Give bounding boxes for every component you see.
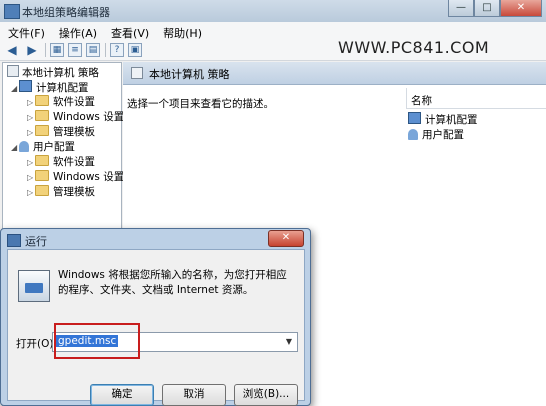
expand-icon[interactable]: ▷ <box>27 155 35 170</box>
tree-label: Windows 设置 <box>53 171 125 183</box>
run-dialog-body: Windows 将根据您所输入的名称，为您打开相应的程序、文件夹、文档或 Int… <box>7 249 305 406</box>
list-icon[interactable]: ≡ <box>68 43 82 57</box>
folder-icon <box>35 185 49 196</box>
tree-item-windows-settings[interactable]: ▷ Windows 设置 <box>27 110 124 125</box>
collapse-icon[interactable]: ◢ <box>11 81 19 96</box>
run-dialog-title: 运行 <box>7 233 47 249</box>
cancel-button[interactable]: 取消 <box>162 384 226 406</box>
help-icon[interactable]: ? <box>110 43 124 57</box>
menu-action[interactable]: 操作(A) <box>51 22 103 40</box>
policy-icon <box>131 67 143 79</box>
list-item-user[interactable]: 用户配置 <box>408 127 464 142</box>
list-item-label: 用户配置 <box>422 129 464 141</box>
column-header-name[interactable]: 名称 <box>406 88 546 109</box>
menu-help[interactable]: 帮助(H) <box>155 22 208 40</box>
description-text: 选择一个项目来查看它的描述。 <box>127 98 274 110</box>
tree-label: 软件设置 <box>53 156 95 168</box>
run-icon <box>7 234 21 247</box>
tree-label: 管理模板 <box>53 126 95 138</box>
list-item-computer[interactable]: 计算机配置 <box>408 112 478 127</box>
expand-icon[interactable]: ▷ <box>27 185 35 200</box>
maximize-button[interactable]: □ <box>474 0 500 17</box>
tree-label: 软件设置 <box>53 96 95 108</box>
computer-icon <box>408 112 421 124</box>
run-description: Windows 将根据您所输入的名称，为您打开相应的程序、文件夹、文档或 Int… <box>58 269 287 296</box>
tree-label: 用户配置 <box>33 141 75 153</box>
folder-icon <box>35 170 49 181</box>
folder-icon <box>35 95 49 106</box>
browse-button[interactable]: 浏览(B)... <box>234 384 298 406</box>
chevron-down-icon[interactable]: ▼ <box>282 334 296 350</box>
close-button[interactable]: ✕ <box>500 0 542 17</box>
policy-icon <box>7 65 19 77</box>
column-label: 名称 <box>411 95 432 107</box>
tree-item-admin-templates[interactable]: ▷ 管理模板 <box>27 125 95 140</box>
tree-item-computer[interactable]: ◢ 计算机配置 <box>11 80 89 95</box>
window-title: 本地组策略编辑器 <box>22 6 110 19</box>
minimize-button[interactable]: — <box>448 0 474 17</box>
run-dialog: 运行 ✕ Windows 将根据您所输入的名称，为您打开相应的程序、文件夹、文档… <box>0 228 311 406</box>
run-title-text: 运行 <box>25 235 47 248</box>
app-icon <box>4 4 20 19</box>
tree-label: 计算机配置 <box>36 82 89 94</box>
tree-item-user-windows-settings[interactable]: ▷ Windows 设置 <box>27 170 124 185</box>
highlight-box <box>54 323 140 359</box>
user-icon <box>19 141 29 152</box>
panel-icon[interactable]: ▦ <box>50 43 64 57</box>
expand-icon[interactable]: ▷ <box>27 125 35 140</box>
list-item-label: 计算机配置 <box>425 114 478 126</box>
ok-button[interactable]: 确定 <box>90 384 154 406</box>
folder-icon <box>35 125 49 136</box>
menu-view[interactable]: 查看(V) <box>103 22 155 40</box>
forward-arrow-icon[interactable]: ▶ <box>24 42 40 58</box>
user-icon <box>408 129 418 140</box>
tree-label: 管理模板 <box>53 186 95 198</box>
run-close-button[interactable]: ✕ <box>268 230 304 247</box>
tree-label: Windows 设置 <box>53 111 125 123</box>
folder-icon <box>35 110 49 121</box>
tree-item-user[interactable]: ◢ 用户配置 <box>11 140 75 155</box>
tree-item-software[interactable]: ▷ 软件设置 <box>27 95 95 110</box>
tree-item-user-admin-templates[interactable]: ▷ 管理模板 <box>27 185 95 200</box>
computer-icon <box>19 80 32 92</box>
title-bar: 本地组策略编辑器 — □ ✕ <box>0 0 546 23</box>
toolbar-separator <box>45 43 46 57</box>
tree-item-user-software[interactable]: ▷ 软件设置 <box>27 155 95 170</box>
window-controls: — □ ✕ <box>448 0 542 18</box>
menu-file[interactable]: 文件(F) <box>0 22 51 40</box>
details-header: 本地计算机 策略 <box>123 62 546 85</box>
folder-icon <box>35 155 49 166</box>
toolbar-separator <box>105 43 106 57</box>
expand-icon[interactable]: ▷ <box>27 95 35 110</box>
view-icon[interactable]: ▣ <box>128 43 142 57</box>
properties-icon[interactable]: ▤ <box>86 43 100 57</box>
collapse-icon[interactable]: ◢ <box>11 140 19 155</box>
run-program-icon <box>18 270 50 302</box>
watermark: WWW.PC841.COM <box>338 38 490 57</box>
tree-label: 本地计算机 策略 <box>22 67 99 79</box>
back-arrow-icon[interactable]: ◀ <box>4 42 20 58</box>
expand-icon[interactable]: ▷ <box>27 110 35 125</box>
tree-item-root[interactable]: 本地计算机 策略 <box>7 65 99 80</box>
expand-icon[interactable]: ▷ <box>27 170 35 185</box>
open-label: 打开(O): <box>16 338 57 350</box>
details-title: 本地计算机 策略 <box>149 68 230 81</box>
